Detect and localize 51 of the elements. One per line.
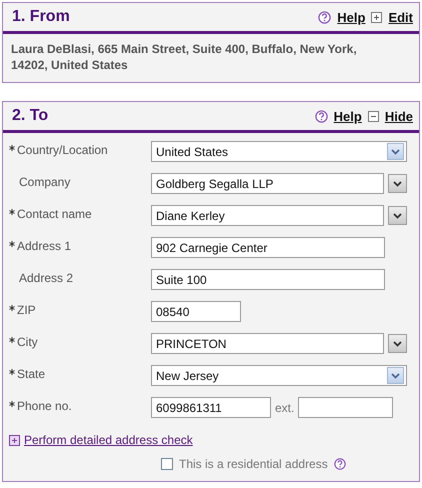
help-icon — [334, 458, 346, 470]
dropdown[interactable]: United States — [151, 141, 407, 162]
input-field[interactable]: Suite 100 — [151, 269, 385, 290]
help-icon — [318, 10, 332, 24]
field-label: State — [17, 367, 46, 381]
caret-icon — [393, 212, 402, 218]
field-label: ZIP — [17, 303, 36, 317]
dropdown[interactable]: New Jersey — [151, 365, 407, 386]
panel-title: 2. To — [12, 107, 48, 125]
checkbox[interactable] — [161, 458, 173, 470]
input-field[interactable]: PRINCETON — [151, 333, 384, 354]
help-icon — [314, 110, 328, 122]
expand-icon[interactable] — [371, 12, 382, 22]
caret-icon — [391, 372, 400, 378]
required-icon — [9, 369, 15, 375]
dropdown-button[interactable] — [388, 206, 407, 225]
expand-icon[interactable] — [9, 434, 20, 446]
sender-address: Laura DeBlasi, 665 Main Street, Suite 400, Buffalo, New York, 14202, United States — [10, 41, 358, 74]
toggle-link[interactable]: Hide — [384, 108, 413, 124]
field-label: Company — [18, 175, 70, 189]
checkbox-label: This is a residential address — [179, 457, 328, 471]
required-icon — [9, 401, 15, 407]
caret-icon — [391, 148, 400, 154]
collapse-icon[interactable] — [368, 110, 379, 122]
field-label: Country/Location — [17, 143, 108, 157]
required-icon — [9, 145, 15, 151]
required-icon — [9, 305, 15, 311]
required-icon — [9, 337, 15, 343]
dropdown-button[interactable] — [388, 334, 407, 353]
caret-icon — [393, 340, 402, 346]
input-field[interactable]: 6099861311 — [151, 397, 271, 418]
panel-title: 1. From — [12, 8, 70, 26]
help-link[interactable]: Help — [337, 10, 366, 24]
address-check-link[interactable]: Perform detailed address check — [24, 433, 193, 447]
ext-label: ext. — [275, 400, 294, 414]
field-label: Address 1 — [17, 239, 72, 253]
input-field[interactable]: 08540 — [151, 301, 241, 322]
toggle-link[interactable]: Edit — [388, 10, 413, 24]
required-icon — [9, 209, 15, 215]
field-label: Address 2 — [18, 271, 74, 285]
field-label: City — [17, 335, 38, 349]
caret-icon — [393, 180, 402, 186]
help-link[interactable]: Help — [334, 108, 362, 124]
dropdown-button[interactable] — [388, 174, 407, 193]
input-field[interactable]: Diane Kerley — [151, 205, 384, 226]
input-field[interactable]: 902 Carnegie Center — [151, 237, 385, 258]
input-field[interactable]: Goldberg Segalla LLP — [151, 173, 384, 194]
field-label: Phone no. — [17, 399, 72, 413]
required-icon — [9, 241, 15, 247]
ext-field[interactable] — [298, 397, 394, 418]
field-label: Contact name — [17, 207, 92, 221]
